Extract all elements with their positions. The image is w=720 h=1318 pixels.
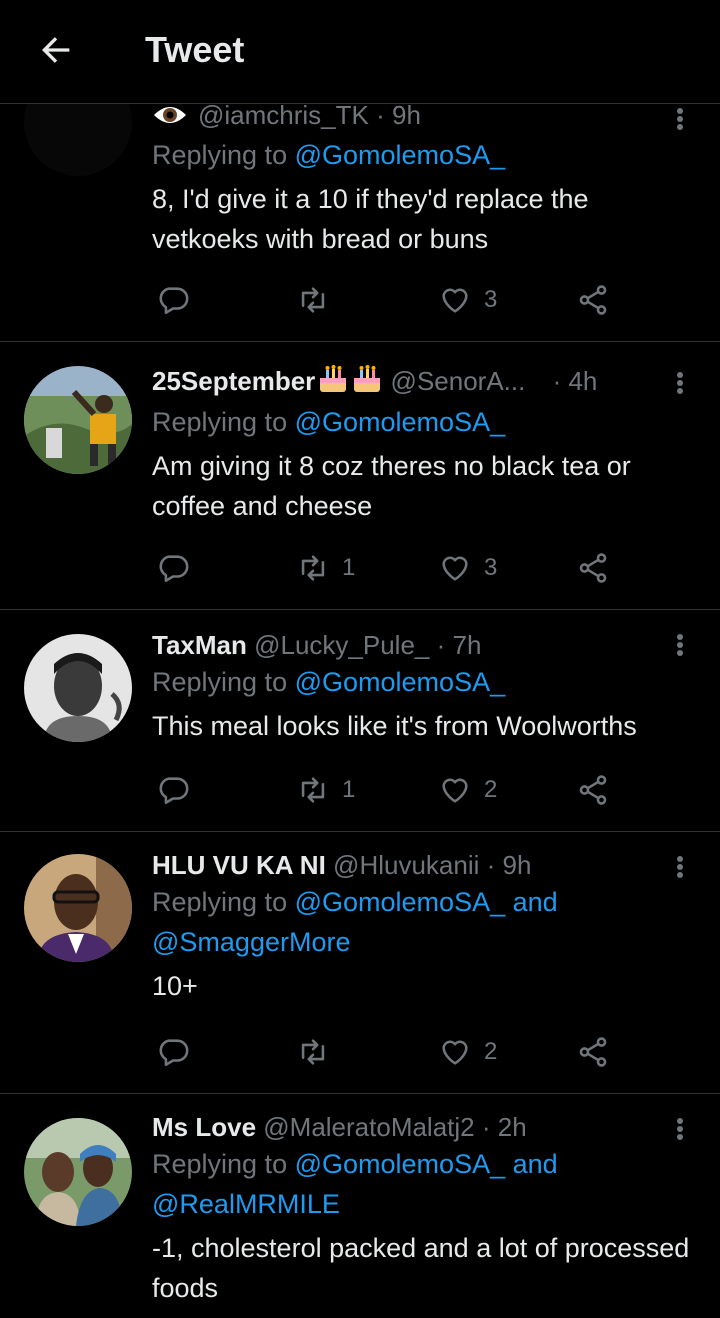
more-options-button[interactable] — [670, 104, 690, 134]
mention-link[interactable]: @GomolemoSA_ — [295, 887, 506, 917]
mention-link[interactable]: @GomolemoSA_ — [295, 667, 506, 697]
display-name[interactable]: 25September — [152, 366, 315, 396]
reply-icon — [159, 1039, 189, 1067]
timestamp: · 2h — [481, 1112, 527, 1142]
retweet-button[interactable]: 1 — [296, 770, 355, 810]
reply-tweet[interactable]: 25September @SenorA... · 4h Replying to … — [0, 342, 720, 610]
heart-icon — [442, 778, 468, 803]
reply-button[interactable] — [156, 770, 202, 810]
birthday-cake-icon — [317, 364, 349, 402]
user-handle[interactable]: @iamchris_TK — [198, 100, 369, 130]
replying-to: Replying to @GomolemoSA_ and @SmaggerMore — [152, 887, 558, 957]
avatar[interactable] — [24, 366, 132, 474]
reply-tweet[interactable]: HLU VU KA NI @Hluvukanii · 9h Replying t… — [0, 832, 720, 1094]
action-bar: 1 2 — [152, 770, 672, 810]
replying-to: Replying to @GomolemoSA_ — [152, 407, 506, 437]
reply-button[interactable] — [156, 280, 202, 320]
reply-tweet[interactable]: Ms Love @MaleratoMalatj2 · 2h Replying t… — [0, 1094, 720, 1318]
share-button[interactable] — [576, 548, 610, 588]
retweet-icon — [301, 555, 325, 581]
timestamp: · 9h — [376, 100, 421, 130]
like-count: 3 — [484, 286, 498, 313]
eye-icon — [152, 101, 188, 135]
reply-icon — [159, 555, 189, 583]
share-icon — [579, 553, 607, 583]
mention-link[interactable]: @GomolemoSA_ — [295, 1149, 506, 1179]
avatar[interactable] — [24, 634, 132, 742]
reply-tweet[interactable]: TaxMan @Lucky_Pule_ · 7h Replying to @Go… — [0, 610, 720, 832]
more-options-button[interactable] — [670, 630, 690, 660]
retweet-button[interactable] — [296, 280, 342, 320]
replying-to: Replying to @GomolemoSA_ and @RealMRMILE — [152, 1149, 558, 1219]
share-button[interactable] — [576, 770, 610, 810]
heart-icon — [442, 556, 468, 581]
more-options-button[interactable] — [670, 1114, 690, 1144]
mention-link[interactable]: @GomolemoSA_ — [295, 140, 506, 170]
back-button[interactable] — [34, 28, 78, 72]
reply-icon — [159, 287, 189, 315]
user-handle[interactable]: @MaleratoMalatj2 — [263, 1112, 474, 1142]
retweet-icon — [301, 287, 325, 313]
tweet-text: Am giving it 8 coz theres no black tea o… — [152, 451, 631, 521]
timestamp: · 7h — [436, 630, 482, 660]
avatar[interactable] — [24, 1118, 132, 1226]
tweet-text: This meal looks like it's from Woolworth… — [152, 711, 637, 741]
mention-link[interactable]: @SmaggerMore — [152, 927, 350, 957]
tweet-header: 25September @SenorA... · 4h — [152, 364, 700, 402]
like-button[interactable]: 2 — [438, 1032, 497, 1072]
timestamp: · 4h — [552, 366, 598, 396]
heart-icon — [442, 1040, 468, 1065]
more-options-button[interactable] — [670, 852, 690, 882]
tweet-header: Ms Love @MaleratoMalatj2 · 2h — [152, 1110, 700, 1144]
like-button[interactable]: 2 — [438, 770, 497, 810]
display-name[interactable]: TaxMan — [152, 630, 247, 660]
retweet-count: 1 — [342, 554, 356, 581]
action-bar: 1 3 — [152, 548, 672, 588]
display-name[interactable]: Ms Love — [152, 1112, 256, 1142]
user-handle[interactable]: @Hluvukanii — [333, 850, 479, 880]
replying-to: Replying to @GomolemoSA_ — [152, 140, 506, 170]
share-icon — [579, 285, 607, 315]
timestamp: · 9h — [486, 850, 532, 880]
retweet-icon — [301, 777, 325, 803]
user-handle[interactable]: @SenorA... — [391, 366, 526, 396]
tweet-header: TaxMan @Lucky_Pule_ · 7h — [152, 628, 700, 662]
more-options-button[interactable] — [670, 368, 690, 398]
like-count: 2 — [484, 776, 498, 803]
avatar[interactable] — [24, 854, 132, 962]
mention-link[interactable]: @GomolemoSA_ — [295, 407, 506, 437]
heart-icon — [442, 288, 468, 313]
share-icon — [579, 1037, 607, 1067]
like-count: 2 — [484, 1038, 498, 1065]
reply-tweet[interactable]: @iamchris_TK · 9h Replying to @GomolemoS… — [0, 68, 720, 342]
user-handle[interactable]: @Lucky_Pule_ — [254, 630, 429, 660]
retweet-button[interactable] — [296, 1032, 342, 1072]
share-icon — [579, 775, 607, 805]
reply-icon — [159, 777, 189, 805]
display-name[interactable]: HLU VU KA NI — [152, 850, 326, 880]
like-button[interactable]: 3 — [438, 280, 497, 320]
top-bar: Tweet — [0, 0, 720, 104]
like-button[interactable]: 3 — [438, 548, 497, 588]
tweet-text: -1, cholesterol packed and a lot of proc… — [152, 1233, 690, 1303]
page-title: Tweet — [145, 29, 245, 70]
tweet-text: 10+ — [152, 971, 198, 1001]
tweet-header: HLU VU KA NI @Hluvukanii · 9h — [152, 848, 700, 882]
replying-to: Replying to @GomolemoSA_ — [152, 667, 506, 697]
like-count: 3 — [484, 554, 498, 581]
mention-link[interactable]: @RealMRMILE — [152, 1189, 340, 1219]
retweet-count: 1 — [342, 776, 356, 803]
action-bar: 3 — [152, 280, 672, 320]
share-button[interactable] — [576, 1032, 610, 1072]
reply-button[interactable] — [156, 548, 202, 588]
reply-button[interactable] — [156, 1032, 202, 1072]
share-button[interactable] — [576, 280, 610, 320]
retweet-icon — [301, 1039, 325, 1065]
retweet-button[interactable]: 1 — [296, 548, 355, 588]
tweet-text: 8, I'd give it a 10 if they'd replace th… — [152, 184, 589, 254]
arrow-left-icon — [42, 37, 70, 63]
action-bar: 2 — [152, 1032, 672, 1072]
birthday-cake-icon — [351, 364, 383, 402]
